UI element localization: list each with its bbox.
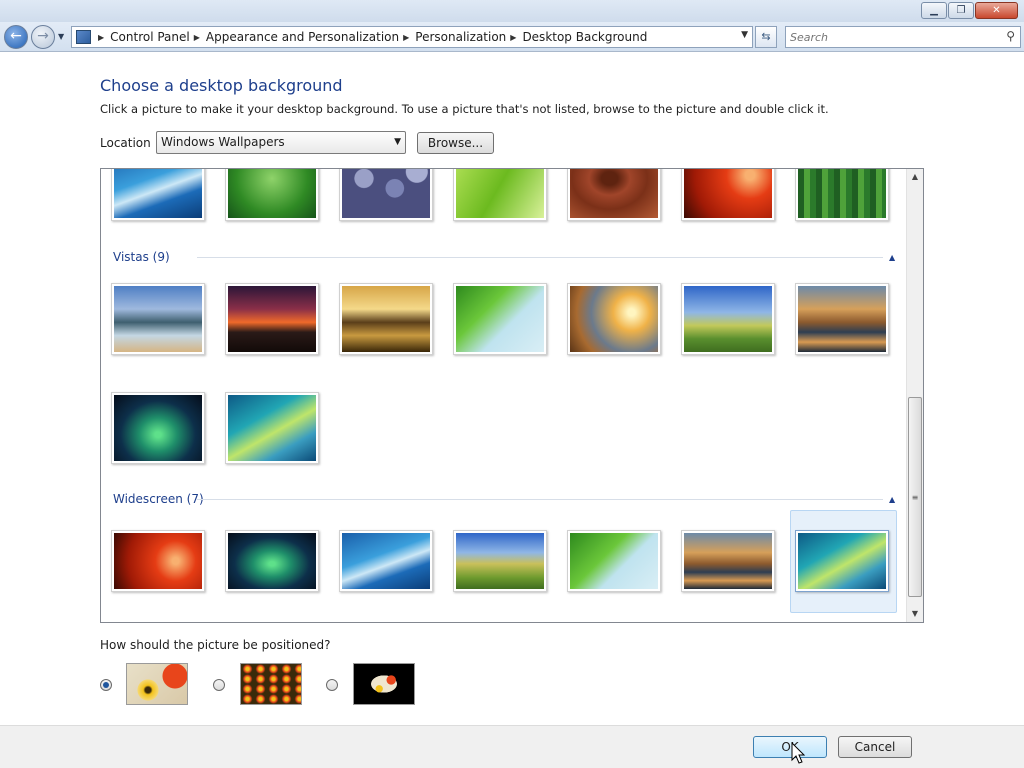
position-radio-tile[interactable] <box>213 679 225 691</box>
group-divider <box>197 257 883 258</box>
thumbnail-wood[interactable] <box>567 169 661 221</box>
address-bar[interactable]: ▶ Control Panel ▶ Appearance and Persona… <box>71 26 753 48</box>
location-select[interactable]: Windows Wallpapers ▼ <box>156 131 406 154</box>
thumbnail-green-hills[interactable] <box>681 283 775 355</box>
close-button[interactable]: ✕ <box>975 2 1018 19</box>
browse-button[interactable]: Browse... <box>417 132 494 154</box>
thumbnail-canyon-reflection-wide[interactable] <box>681 530 775 592</box>
location-label: Location <box>100 136 151 150</box>
title-bar: ▁ ❐ ✕ <box>0 0 1024 22</box>
breadcrumb: ▶ Control Panel ▶ Appearance and Persona… <box>96 27 649 47</box>
thumbnail-aurora[interactable] <box>111 392 205 464</box>
breadcrumb-desktop-background[interactable]: Desktop Background <box>522 30 647 44</box>
position-label: How should the picture be positioned? <box>100 638 331 652</box>
scroll-up-icon[interactable]: ▲ <box>907 169 923 185</box>
control-panel-icon <box>76 30 91 44</box>
vertical-scrollbar[interactable]: ▲ ≡ ▼ <box>906 169 923 622</box>
thumbnail-grass[interactable] <box>225 169 319 221</box>
window-controls: ▁ ❐ ✕ <box>920 2 1018 19</box>
thumbnail-sunset-field[interactable] <box>567 283 661 355</box>
group-label-widescreen[interactable]: Widescreen (7) <box>113 492 204 506</box>
position-radio-center[interactable] <box>326 679 338 691</box>
chevron-right-icon[interactable]: ▶ <box>194 33 200 42</box>
search-input[interactable] <box>790 29 998 45</box>
page-title: Choose a desktop background <box>100 76 343 95</box>
cancel-button[interactable]: Cancel <box>838 736 912 758</box>
thumbnail-mountain-lake[interactable] <box>111 283 205 355</box>
search-box[interactable]: ⚲ <box>785 26 1021 48</box>
refresh-icon: ⇆ <box>761 30 771 43</box>
minimize-button[interactable]: ▁ <box>921 2 947 19</box>
position-radio-fill[interactable] <box>100 679 112 691</box>
scrollbar-thumb[interactable]: ≡ <box>908 397 922 597</box>
thumbnail-palm-frond[interactable] <box>453 283 547 355</box>
thumbnail-green-leaf[interactable] <box>453 169 547 221</box>
collapse-chevron-icon[interactable]: ▲ <box>889 253 895 262</box>
thumbnail-canyon-reflection[interactable] <box>795 283 889 355</box>
breadcrumb-appearance[interactable]: Appearance and Personalization <box>206 30 399 44</box>
page-description: Click a picture to make it your desktop … <box>100 102 829 116</box>
refresh-button[interactable]: ⇆ <box>755 26 777 48</box>
dialog-footer: OK Cancel <box>0 725 1024 768</box>
navigation-bar: ← → ▼ ▶ Control Panel ▶ Appearance and P… <box>0 22 1024 52</box>
recent-pages-dropdown[interactable]: ▼ <box>58 32 64 41</box>
thumbnail-aurora-wide[interactable] <box>225 530 319 592</box>
position-tile-preview[interactable] <box>240 663 302 705</box>
back-arrow-icon: ← <box>10 28 22 44</box>
thumbnail-bamboo[interactable] <box>795 169 889 221</box>
ok-button[interactable]: OK <box>753 736 827 758</box>
magnifier-icon[interactable]: ⚲ <box>1006 29 1015 43</box>
thumbnail-pebbles[interactable] <box>339 169 433 221</box>
chevron-right-icon[interactable]: ▶ <box>510 33 516 42</box>
thumbnail-vista-swoosh-wide-selected[interactable] <box>795 530 889 592</box>
collapse-chevron-icon[interactable]: ▲ <box>889 495 895 504</box>
wallpaper-gallery[interactable]: Vistas (9) ▲ Widescreen (7) ▲ ▲ ≡ ▼ <box>100 168 924 623</box>
location-value: Windows Wallpapers <box>161 135 285 149</box>
chevron-right-icon[interactable]: ▶ <box>403 33 409 42</box>
thumbnail-fish-wide[interactable] <box>339 530 433 592</box>
forward-button[interactable]: → <box>31 25 55 49</box>
position-center-preview[interactable] <box>353 663 415 705</box>
group-label-vistas[interactable]: Vistas (9) <box>113 250 170 264</box>
back-button[interactable]: ← <box>4 25 28 49</box>
thumbnail-fish[interactable] <box>111 169 205 221</box>
chevron-down-icon: ▼ <box>394 137 401 147</box>
breadcrumb-personalization[interactable]: Personalization <box>415 30 506 44</box>
thumbnail-green-hills-wide[interactable] <box>453 530 547 592</box>
chevron-right-icon[interactable]: ▶ <box>98 33 104 42</box>
group-divider <box>197 499 883 500</box>
thumbnail-red-flower[interactable] <box>681 169 775 221</box>
thumbnail-rocks-golden[interactable] <box>339 283 433 355</box>
thumbnail-sunset-purple[interactable] <box>225 283 319 355</box>
scroll-down-icon[interactable]: ▼ <box>907 606 923 622</box>
thumbnail-palm-frond-wide[interactable] <box>567 530 661 592</box>
mouse-pointer-icon <box>791 742 806 764</box>
thumbnail-vista-swoosh[interactable] <box>225 392 319 464</box>
thumbnail-red-flower-wide[interactable] <box>111 530 205 592</box>
breadcrumb-control-panel[interactable]: Control Panel <box>110 30 190 44</box>
maximize-button[interactable]: ❐ <box>948 2 974 19</box>
forward-arrow-icon: → <box>37 28 49 44</box>
position-fill-preview[interactable] <box>126 663 188 705</box>
chevron-down-icon[interactable]: ▼ <box>741 30 748 40</box>
